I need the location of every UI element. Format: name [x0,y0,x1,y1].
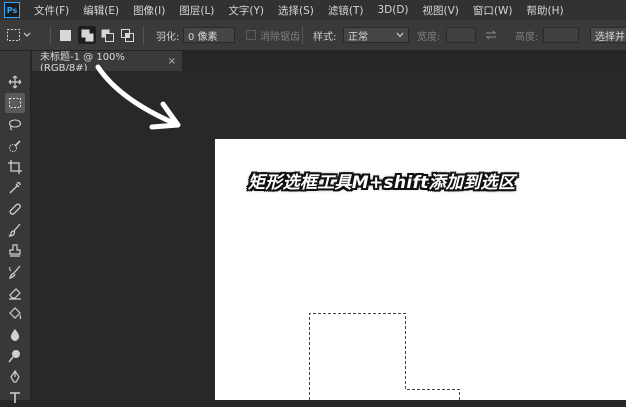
tutorial-caption: 矩形选框工具M+shift添加到选区 [248,173,516,193]
annotation-arrow-icon [95,64,181,130]
